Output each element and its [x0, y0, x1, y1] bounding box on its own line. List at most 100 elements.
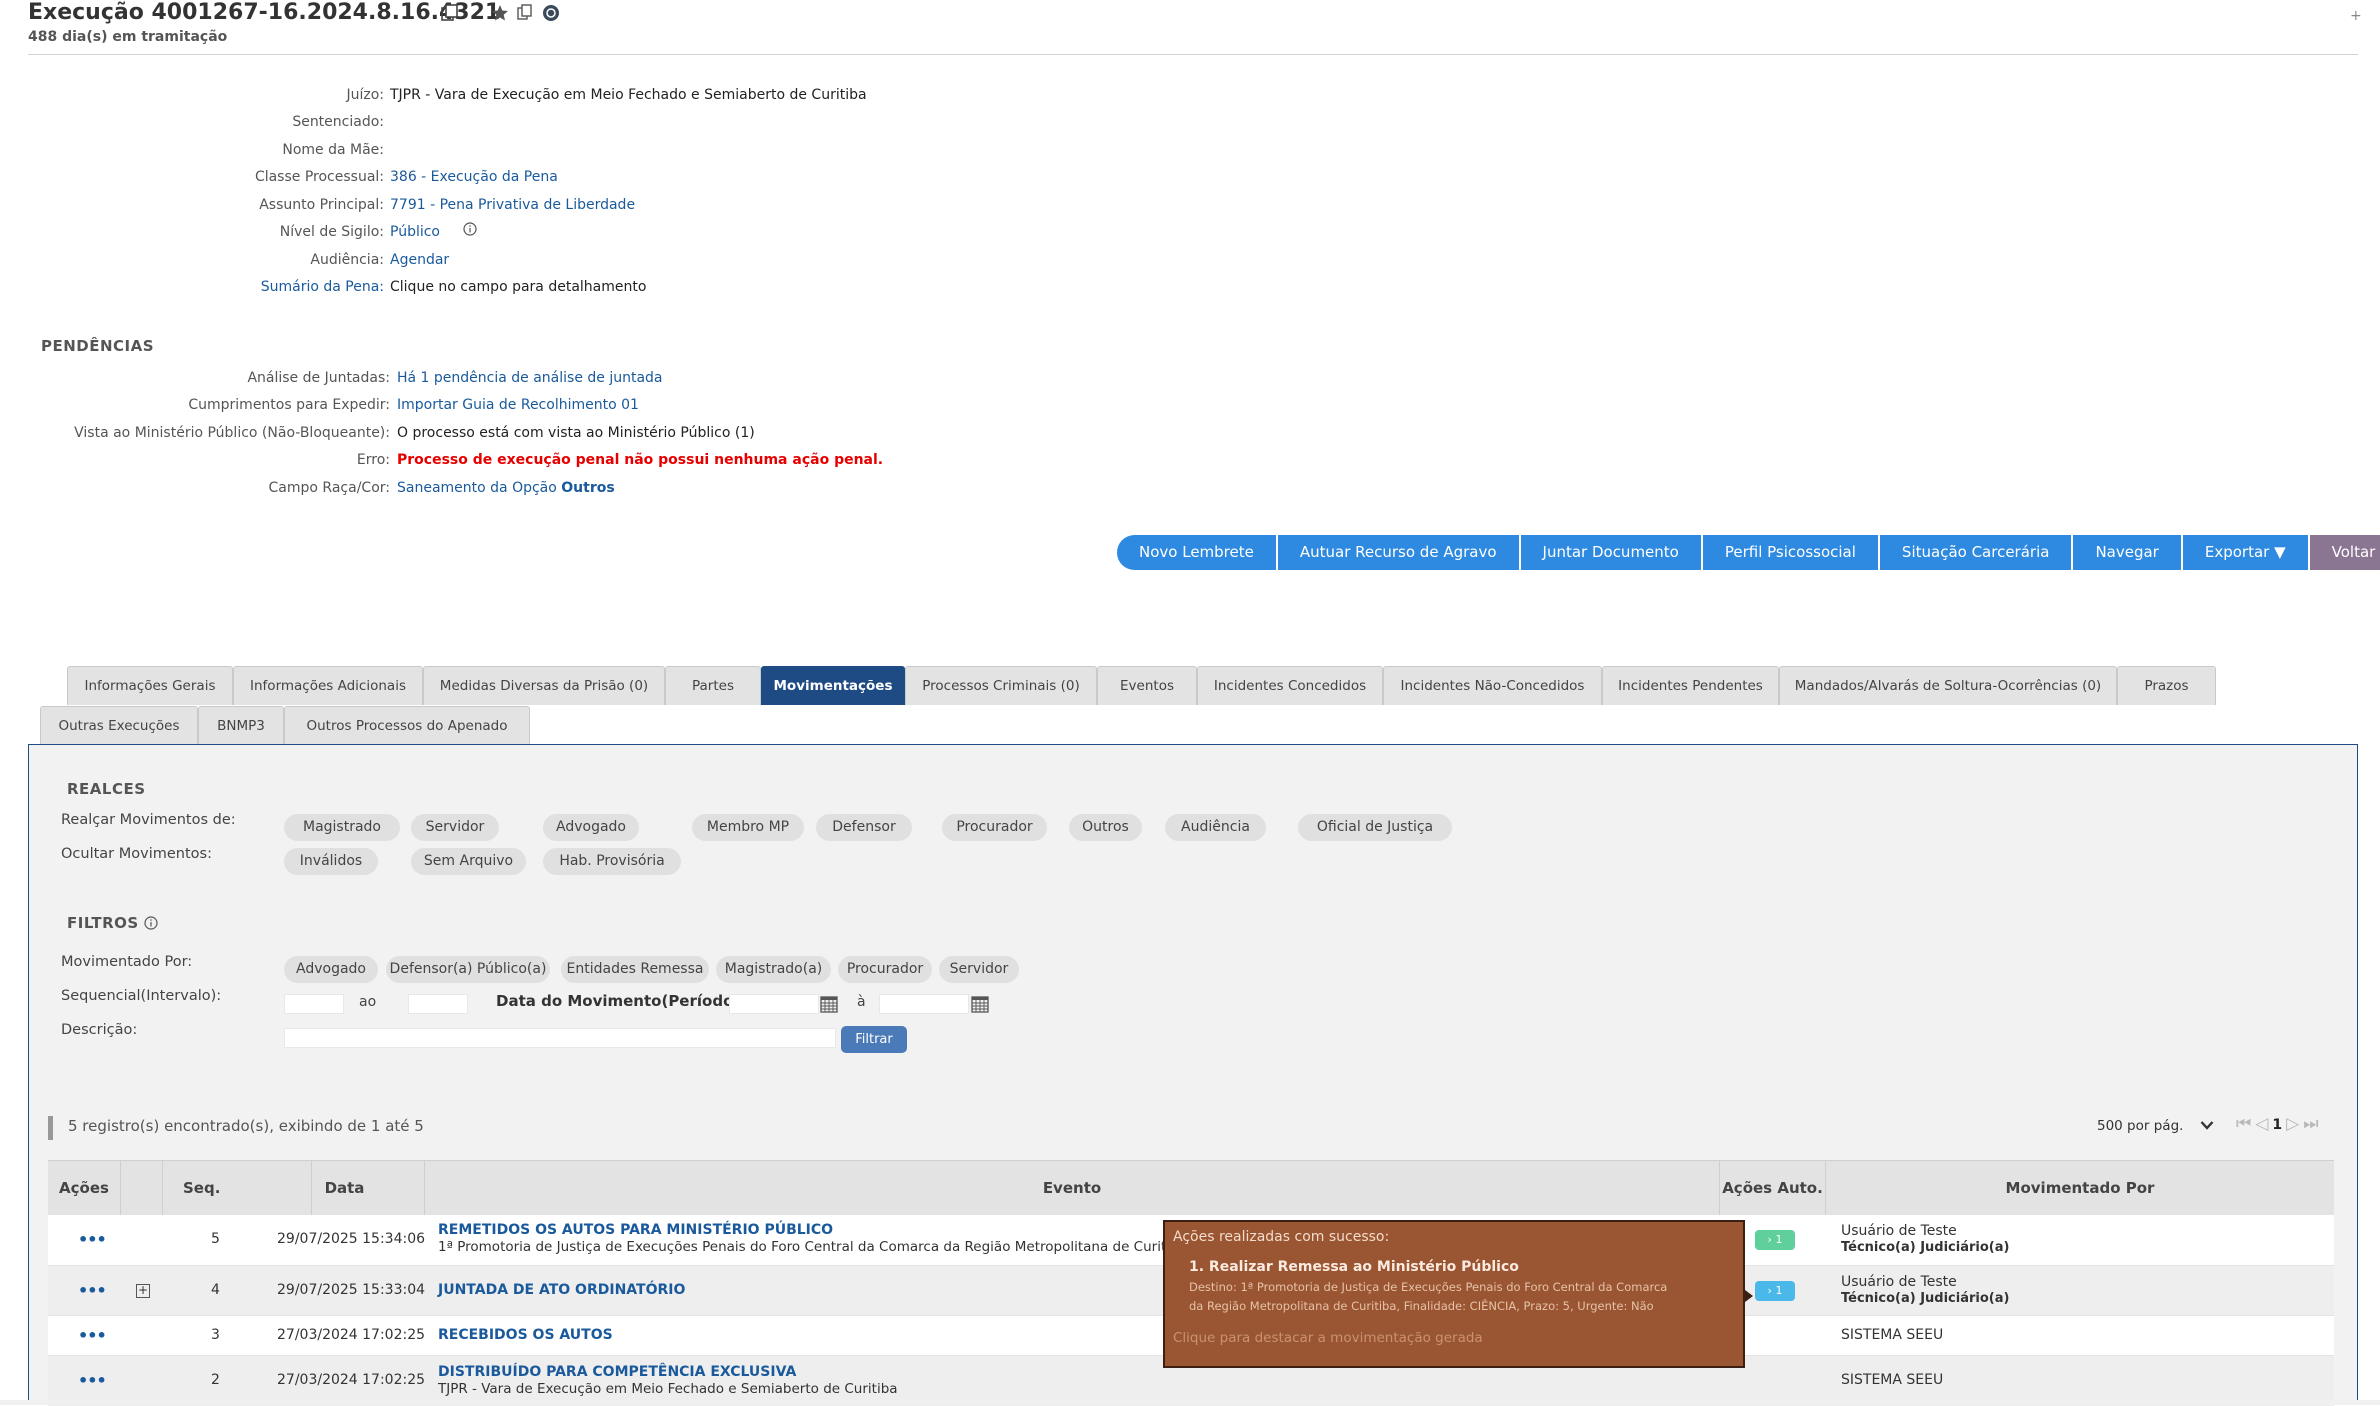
pill-sem-arquivo[interactable]: Sem Arquivo [411, 848, 526, 875]
row-actions-menu[interactable]: ••• [78, 1371, 107, 1390]
next-page-icon[interactable]: ▷ [2286, 1114, 2303, 1134]
novo-lembrete-button[interactable]: Novo Lembrete [1117, 535, 1276, 570]
filtrar-button[interactable]: Filtrar [841, 1026, 907, 1053]
copy-icon[interactable] [441, 4, 459, 27]
pill-oficial-justica[interactable]: Oficial de Justiça [1298, 814, 1452, 841]
tab-medidas-diversas[interactable]: Medidas Diversas da Prisão (0) [423, 666, 665, 705]
tab-informacoes-adicionais[interactable]: Informações Adicionais [233, 666, 423, 705]
data-movimento-label: Data do Movimento(Período): [496, 992, 747, 1010]
filter-pill-magistrado[interactable]: Magistrado(a) [716, 956, 831, 983]
row-event-link[interactable]: DISTRIBUÍDO PARA COMPETÊNCIA EXCLUSIVA [438, 1364, 796, 1380]
last-page-icon[interactable]: ⏭ [2303, 1114, 2322, 1134]
filter-pill-entidades[interactable]: Entidades Remessa [561, 956, 709, 983]
row-actions-menu[interactable]: ••• [78, 1230, 107, 1249]
cumprimentos-link[interactable]: Importar Guia de Recolhimento 01 [397, 397, 639, 413]
navegar-button[interactable]: Navegar [2073, 535, 2181, 570]
tab-incidentes-concedidos[interactable]: Incidentes Concedidos [1197, 666, 1383, 705]
current-page[interactable]: 1 [2272, 1117, 2286, 1133]
row-event-link[interactable]: REMETIDOS OS AUTOS PARA MINISTÉRIO PÚBLI… [438, 1222, 833, 1238]
toast-item: 1. Realizar Remessa ao Ministério Públic… [1189, 1259, 1519, 1275]
pill-audiencia[interactable]: Audiência [1165, 814, 1266, 841]
pill-defensor[interactable]: Defensor [816, 814, 912, 841]
acoes-auto-badge[interactable]: › 1 [1755, 1230, 1795, 1250]
tab-informacoes-gerais[interactable]: Informações Gerais [67, 666, 233, 705]
th-expand [121, 1161, 163, 1216]
raca-link[interactable]: Saneamento da Opção Outros [397, 480, 615, 496]
toast-hint-link[interactable]: Clique para destacar a movimentação gera… [1173, 1330, 1483, 1346]
expand-plus-icon[interactable]: + [136, 1284, 150, 1298]
analise-link[interactable]: Há 1 pendência de análise de juntada [397, 370, 663, 386]
filter-pill-procurador[interactable]: Procurador [838, 956, 932, 983]
sentenciado-label: Sentenciado: [292, 114, 384, 130]
pill-invalidos[interactable]: Inválidos [284, 848, 378, 875]
bottom-scrollbar[interactable] [0, 1400, 2380, 1405]
sumario-value[interactable]: Clique no campo para detalhamento [390, 279, 646, 295]
assunto-link[interactable]: 7791 - Pena Privativa de Liberdade [390, 197, 635, 213]
per-page-select[interactable]: 500 por pág. [2097, 1118, 2214, 1134]
pill-membro-mp[interactable]: Membro MP [692, 814, 804, 841]
calendar-icon[interactable] [971, 995, 989, 1013]
perfil-psicossocial-button[interactable]: Perfil Psicossocial [1702, 535, 1878, 570]
filter-pill-advogado[interactable]: Advogado [284, 956, 378, 983]
tab-eventos[interactable]: Eventos [1097, 666, 1197, 705]
tab-mandados-alvaras[interactable]: Mandados/Alvarás de Soltura-Ocorrências … [1779, 666, 2117, 705]
tab-incidentes-nao-concedidos[interactable]: Incidentes Não-Concedidos [1383, 666, 1602, 705]
autuar-recurso-button[interactable]: Autuar Recurso de Agravo [1277, 535, 1519, 570]
th-data[interactable]: Data [265, 1161, 425, 1216]
situacao-carceraria-button[interactable]: Situação Carcerária [1879, 535, 2072, 570]
info-icon[interactable] [463, 222, 477, 240]
tab-outros-processos[interactable]: Outros Processos do Apenado [284, 706, 530, 745]
row-event-link[interactable]: JUNTADA DE ATO ORDINATÓRIO [438, 1282, 685, 1298]
voltar-button[interactable]: Voltar [2309, 535, 2380, 570]
row-event-sub: TJPR - Vara de Execução em Meio Fechado … [438, 1381, 898, 1397]
audiencia-link[interactable]: Agendar [390, 252, 449, 268]
pendencia-vista: Vista ao Ministério Público (Não-Bloquea… [0, 421, 1000, 445]
date-end-input[interactable] [879, 994, 969, 1014]
seq-start-input[interactable] [284, 994, 344, 1014]
pill-servidor[interactable]: Servidor [411, 814, 499, 841]
calendar-icon[interactable] [820, 995, 838, 1013]
duplicate-icon[interactable] [517, 4, 533, 25]
tab-movimentacoes[interactable]: Movimentações [761, 666, 905, 705]
chevron-down-icon [2200, 1118, 2214, 1134]
tab-processos-criminais[interactable]: Processos Criminais (0) [905, 666, 1097, 705]
tab-prazos[interactable]: Prazos [2117, 666, 2216, 705]
acoes-auto-badge[interactable]: › 1 [1755, 1281, 1795, 1301]
pill-procurador[interactable]: Procurador [942, 814, 1047, 841]
row-event-link[interactable]: RECEBIDOS OS AUTOS [438, 1327, 613, 1343]
row-date: 29/07/2025 15:34:06 [277, 1231, 426, 1247]
classe-link[interactable]: 386 - Execução da Pena [390, 169, 558, 185]
success-toast[interactable]: Ações realizadas com sucesso: 1. Realiza… [1163, 1220, 1745, 1368]
tab-partes[interactable]: Partes [665, 666, 761, 705]
juntar-documento-button[interactable]: Juntar Documento [1520, 535, 1701, 570]
exportar-button[interactable]: Exportar ▼ [2182, 535, 2308, 570]
sigilo-link[interactable]: Público [390, 224, 440, 240]
tab-incidentes-pendentes[interactable]: Incidentes Pendentes [1602, 666, 1779, 705]
toast-title: Ações realizadas com sucesso: [1173, 1229, 1390, 1245]
prev-page-icon[interactable]: ◁ [2255, 1114, 2272, 1134]
star-icon[interactable] [491, 4, 509, 27]
filtros-info-icon[interactable] [144, 915, 158, 934]
row-actions-menu[interactable]: ••• [78, 1326, 107, 1345]
pill-hab-provisoria[interactable]: Hab. Provisória [543, 848, 681, 875]
tab-outras-execucoes[interactable]: Outras Execuções [40, 706, 198, 745]
pill-magistrado[interactable]: Magistrado [284, 814, 400, 841]
expand-plus-icon[interactable]: + [2350, 8, 2362, 24]
erro-label: Erro: [356, 452, 390, 468]
row-seq: 3 [211, 1327, 220, 1343]
tab-bnmp3[interactable]: BNMP3 [198, 706, 284, 745]
info-circle-icon[interactable] [542, 4, 560, 27]
first-page-icon[interactable]: ⏮ [2236, 1114, 2255, 1134]
filter-pill-defensor[interactable]: Defensor(a) Público(a) [386, 956, 550, 983]
nome-mae-label: Nome da Mãe: [282, 142, 384, 158]
th-evento[interactable]: Evento [425, 1161, 1720, 1216]
date-start-input[interactable] [729, 994, 819, 1014]
filter-pill-servidor[interactable]: Servidor [939, 956, 1019, 983]
sumario-label[interactable]: Sumário da Pena: [261, 279, 384, 295]
descricao-input[interactable] [284, 1028, 836, 1048]
pill-advogado[interactable]: Advogado [543, 814, 639, 841]
pill-outros[interactable]: Outros [1069, 814, 1142, 841]
row-actions-menu[interactable]: ••• [78, 1281, 107, 1300]
th-movimentado-por[interactable]: Movimentado Por [1826, 1161, 2334, 1216]
seq-end-input[interactable] [408, 994, 468, 1014]
